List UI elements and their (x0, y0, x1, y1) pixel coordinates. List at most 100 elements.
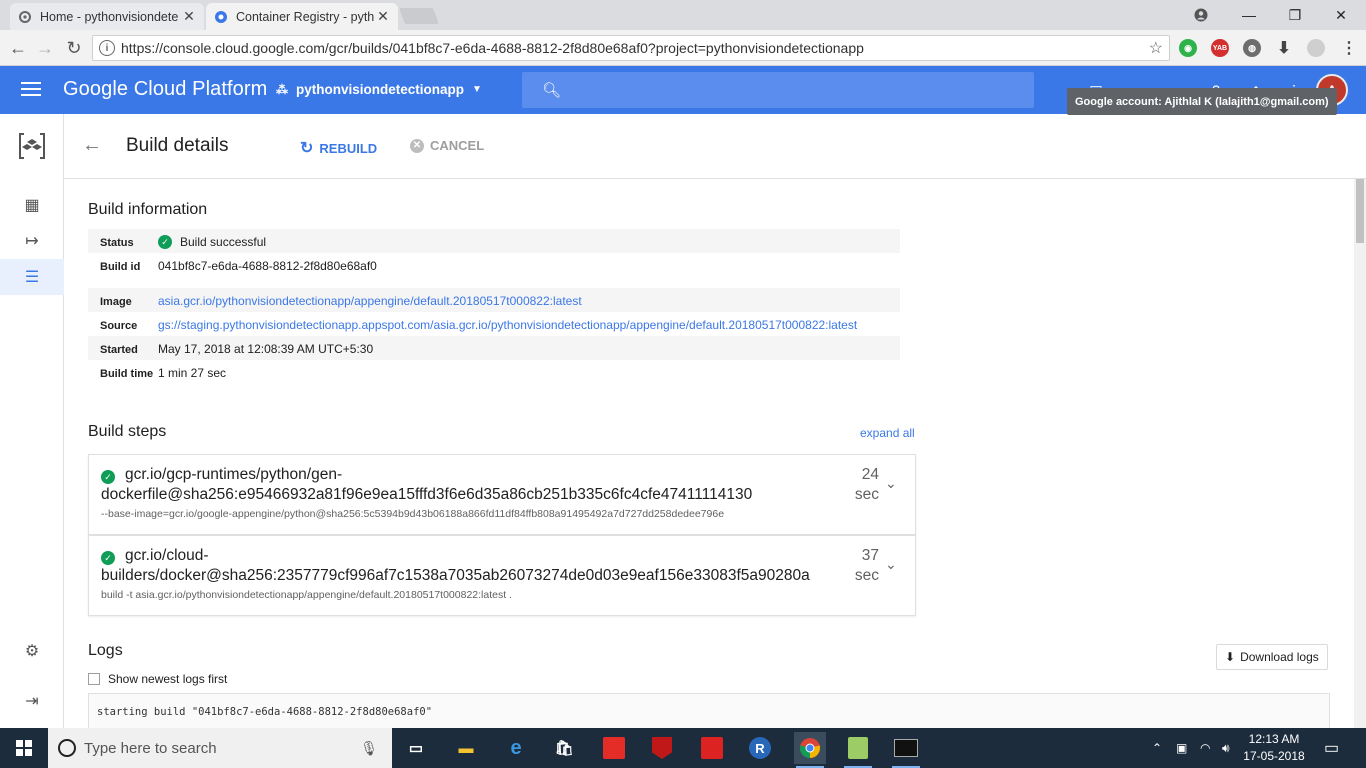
image-link[interactable]: asia.gcr.io/pythonvisiondetectionapp/app… (158, 294, 582, 308)
info-row-image: Image asia.gcr.io/pythonvisiondetectiona… (88, 288, 900, 312)
step-name: ✓ gcr.io/gcp-runtimes/python/gen-dockerfi… (101, 465, 853, 505)
command-prompt-icon[interactable] (890, 732, 922, 768)
mcafee-icon[interactable] (646, 732, 678, 764)
cortana-icon (58, 739, 76, 757)
close-window-button[interactable]: ✕ (1318, 0, 1364, 30)
rebuild-button[interactable]: ↻ REBUILD (300, 138, 377, 158)
project-name: pythonvisiondetectionapp (296, 82, 465, 97)
profile-icon[interactable] (1178, 0, 1224, 30)
info-key: Source (100, 320, 138, 332)
action-center-icon[interactable]: ▭ (1324, 728, 1339, 768)
check-circle-icon: ✓ (101, 470, 115, 484)
new-tab-button[interactable] (399, 8, 439, 24)
info-key: Build id (100, 261, 141, 273)
hamburger-menu-icon[interactable] (21, 82, 41, 100)
build-info-table: Status ✓ Build successful Build id 041bf… (88, 229, 900, 395)
download-icon[interactable]: ⬇ (1275, 39, 1293, 57)
project-selector[interactable]: ⁂ pythonvisiondetectionapp ▼ (276, 82, 482, 97)
ext-circle-icon[interactable] (1307, 39, 1325, 57)
browser-tab-container-registry[interactable]: Container Registry - pyth ✕ (206, 3, 398, 30)
info-key: Started (100, 344, 138, 356)
chrome-menu-icon[interactable]: ⋮ (1340, 39, 1358, 57)
info-row-started: Started May 17, 2018 at 12:08:39 AM UTC+… (88, 336, 900, 360)
file-explorer-icon[interactable]: ▬ (450, 732, 482, 764)
info-key: Build time (100, 368, 154, 380)
network-battery-icon[interactable]: ▣ (1176, 728, 1187, 768)
task-view-icon[interactable]: ▭ (400, 732, 432, 764)
gear-icon (18, 10, 32, 24)
close-icon[interactable]: ✕ (182, 8, 196, 25)
r-icon[interactable]: R (744, 732, 776, 764)
ext-globe-icon[interactable]: ◍ (1243, 39, 1261, 57)
address-bar[interactable]: i https://console.cloud.google.com/gcr/b… (92, 35, 1170, 61)
images-nav-icon[interactable]: ▦ (0, 187, 64, 223)
build-steps-title: Build steps (88, 423, 167, 440)
taskbar-search-input[interactable]: Type here to search 🎙︎ (48, 728, 392, 768)
close-icon[interactable]: ✕ (376, 8, 390, 25)
browser-tabstrip: Home - pythonvisiondete ✕ Container Regi… (0, 0, 1366, 30)
step-duration: 37 sec (854, 547, 879, 584)
browser-tab-home[interactable]: Home - pythonvisiondete ✕ (10, 3, 204, 30)
build-step[interactable]: ✓ gcr.io/gcp-runtimes/python/gen-dockerfi… (88, 454, 916, 535)
download-logs-button[interactable]: ⬇ Download logs (1216, 644, 1328, 670)
chrome-icon[interactable] (794, 732, 826, 768)
back-arrow-icon[interactable]: ← (82, 134, 102, 157)
ext-yab-icon[interactable]: YAB (1211, 39, 1229, 57)
acrobat-icon[interactable] (598, 732, 630, 764)
gcp-brand[interactable]: Google Cloud Platform (63, 78, 267, 101)
logs-title: Logs (88, 642, 123, 659)
checkbox-icon[interactable] (88, 673, 100, 685)
tab-title: Container Registry - pyth (236, 9, 375, 24)
check-circle-icon: ✓ (158, 235, 172, 249)
container-registry-logo-icon[interactable] (16, 130, 48, 162)
tab-title: Home - pythonvisiondete (40, 9, 179, 24)
start-button[interactable] (0, 728, 48, 768)
wifi-icon[interactable]: ◠ (1200, 728, 1210, 768)
store-icon[interactable]: 🛍︎ (548, 732, 580, 764)
step-duration: 24 sec (854, 466, 879, 503)
info-row-build-time: Build time 1 min 27 sec (88, 360, 900, 395)
build-triggers-nav-icon[interactable]: ↦ (0, 223, 64, 259)
edge-icon[interactable]: e (500, 732, 532, 764)
reload-icon[interactable]: ↻ (62, 36, 86, 60)
chevron-down-icon[interactable]: ⌄ (885, 556, 897, 573)
collapse-nav-icon[interactable]: ⇥ (0, 683, 64, 719)
settings-nav-icon[interactable]: ⚙ (0, 633, 64, 669)
page-header: ← Build details ↻ REBUILD ✕ CANCEL (64, 114, 1366, 179)
refresh-icon: ↻ (300, 140, 314, 157)
info-value: 1 min 27 sec (158, 366, 227, 380)
page-scrollbar[interactable] (1354, 179, 1366, 728)
forward-icon[interactable]: → (33, 36, 57, 60)
build-history-nav-icon[interactable]: ☰ (0, 259, 64, 295)
microphone-icon[interactable]: 🎙︎ (360, 740, 378, 757)
minimize-button[interactable]: — (1226, 0, 1272, 30)
app-red-icon[interactable] (696, 732, 728, 764)
restore-button[interactable]: ❐ (1272, 0, 1318, 30)
log-line: starting build "041bf8c7-e6da-4688-8812-… (97, 706, 433, 718)
expand-all-link[interactable]: expand all (860, 426, 915, 440)
show-hidden-icons-icon[interactable]: ⌃ (1152, 728, 1162, 768)
cancel-button[interactable]: ✕ CANCEL (410, 138, 484, 153)
back-icon[interactable]: ← (6, 36, 30, 60)
status-text: Build successful (180, 235, 267, 249)
search-input[interactable]: 🔍︎ (522, 72, 1034, 108)
windows-logo-icon (16, 740, 32, 756)
step-args: --base-image=gcr.io/google-appengine/pyt… (101, 508, 725, 520)
info-icon[interactable]: i (99, 40, 115, 56)
chevron-down-icon[interactable]: ⌄ (885, 475, 897, 492)
source-link[interactable]: gs://staging.pythonvisiondetectionapp.ap… (158, 318, 857, 332)
newest-logs-checkbox[interactable]: Show newest logs first (88, 672, 227, 686)
volume-icon[interactable]: 🔊︎ (1222, 728, 1230, 768)
info-key: Image (100, 296, 132, 308)
scrollbar-thumb[interactable] (1356, 179, 1364, 243)
page-title: Build details (126, 135, 229, 156)
info-value: ✓ Build successful (158, 235, 266, 249)
notepad-plus-icon[interactable] (842, 732, 874, 768)
info-value: May 17, 2018 at 12:08:39 AM UTC+5:30 (158, 342, 374, 356)
download-logs-label: Download logs (1240, 650, 1319, 664)
build-step[interactable]: ✓ gcr.io/cloud-builders/docker@sha256:235… (88, 535, 916, 616)
system-clock[interactable]: 12:13 AM 17-05-2018 (1240, 731, 1308, 765)
browser-toolbar: ← → ↻ i https://console.cloud.google.com… (0, 30, 1366, 66)
ext-green-icon[interactable]: ◉ (1179, 39, 1197, 57)
star-icon[interactable]: ☆ (1149, 38, 1163, 58)
